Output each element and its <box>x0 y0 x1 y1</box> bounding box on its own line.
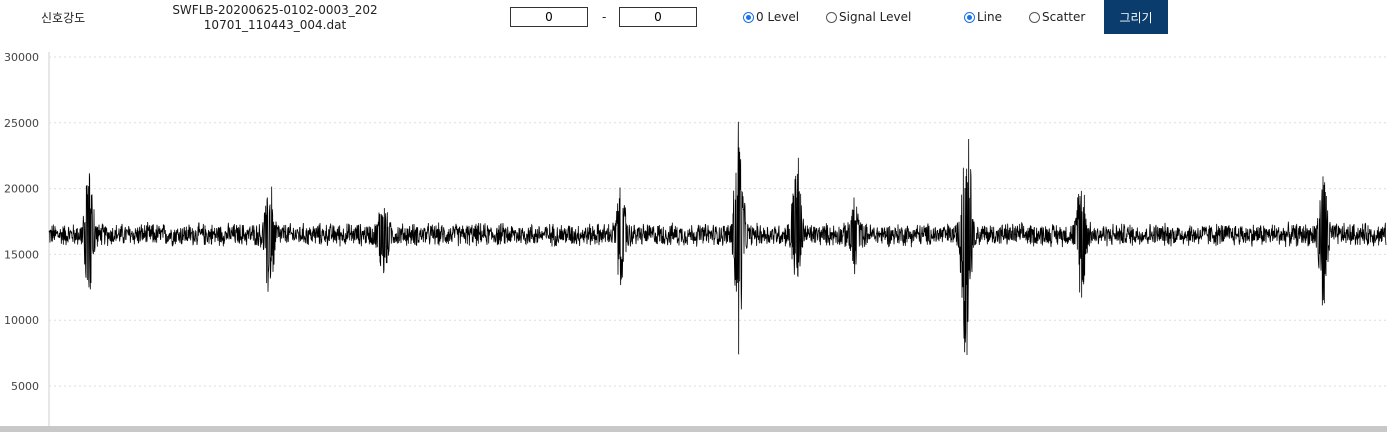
radio-selected-icon[interactable] <box>743 11 754 23</box>
zero-level-label: 0 Level <box>756 10 800 24</box>
y-tick-label: 25000 <box>4 117 39 130</box>
file-name: SWFLB-20200625-0102-0003_20210701_110443… <box>172 3 378 32</box>
radio-selected-icon[interactable] <box>964 11 975 23</box>
signal-strength-label: 신호강도 <box>41 11 86 25</box>
line-label: Line <box>977 10 1003 24</box>
zero-level-radio[interactable]: 0 Level <box>743 10 799 24</box>
range-end-input[interactable] <box>619 7 697 27</box>
horizontal-scrollbar[interactable] <box>0 426 1387 432</box>
scatter-label: Scatter <box>1042 10 1086 24</box>
line-radio[interactable]: Line <box>964 10 1002 24</box>
y-tick-label: 20000 <box>4 183 39 196</box>
y-tick-label: 30000 <box>4 51 39 64</box>
signal-level-radio[interactable]: Signal Level <box>826 10 911 24</box>
signal-chart: 5000 10000 15000 20000 25000 30000 <box>4 51 1387 426</box>
y-tick-label: 10000 <box>4 314 39 327</box>
radio-unselected-icon[interactable] <box>826 11 837 23</box>
range-start-input[interactable] <box>510 7 588 27</box>
radio-unselected-icon[interactable] <box>1029 11 1040 23</box>
y-tick-label: 15000 <box>4 248 39 261</box>
signal-level-label: Signal Level <box>839 10 912 24</box>
scatter-radio[interactable]: Scatter <box>1029 10 1085 24</box>
draw-button[interactable]: 그리기 <box>1104 0 1168 34</box>
y-tick-label: 5000 <box>11 380 39 393</box>
range-separator: - <box>602 10 607 24</box>
